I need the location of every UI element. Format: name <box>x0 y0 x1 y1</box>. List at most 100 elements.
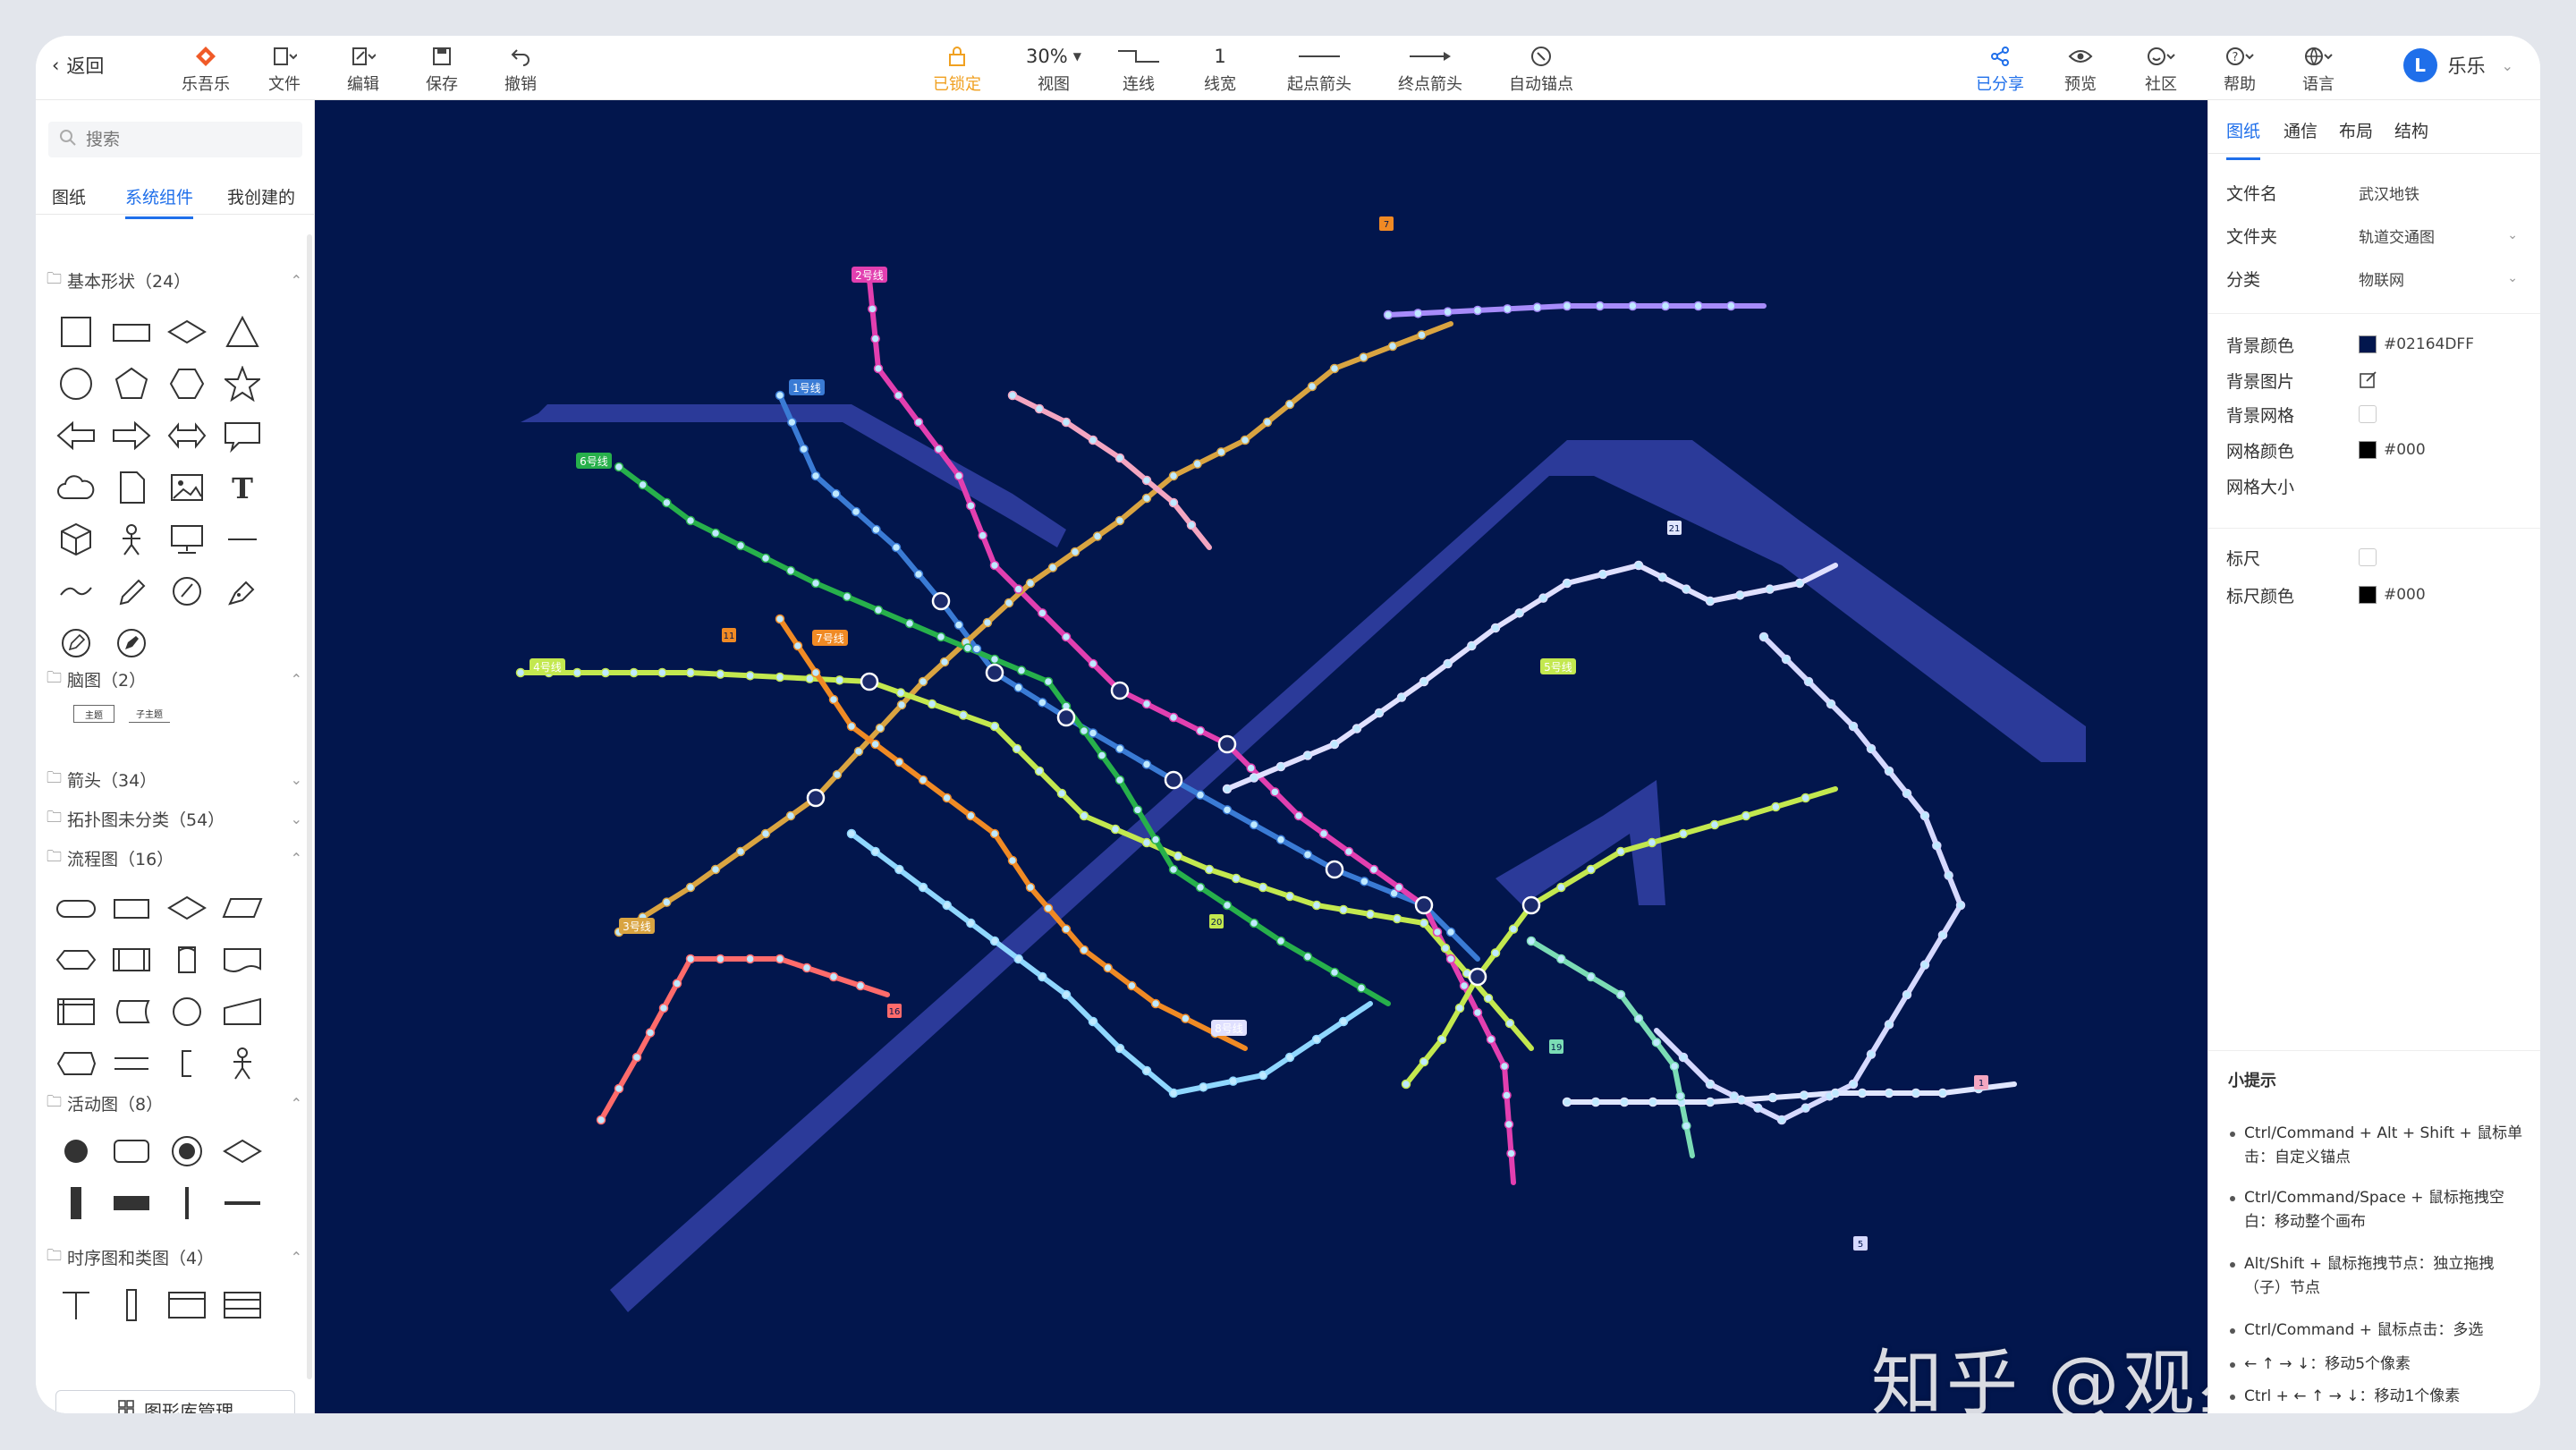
database-shape[interactable] <box>166 939 208 980</box>
station-dot[interactable] <box>832 769 843 780</box>
station-dot[interactable] <box>1195 882 1206 893</box>
station-dot[interactable] <box>1682 1121 1691 1131</box>
group-activity[interactable]: 🗀 活动图（8） ⌃ <box>47 1090 306 1116</box>
station-dot[interactable] <box>1141 759 1152 769</box>
station-dot[interactable] <box>918 775 928 785</box>
station-dot[interactable] <box>1705 596 1716 606</box>
fork-vertical-shape[interactable] <box>55 1183 97 1224</box>
station-dot[interactable] <box>785 810 796 821</box>
curve-shape[interactable] <box>55 571 97 612</box>
station-dot[interactable] <box>1937 1088 1948 1098</box>
station-dot[interactable] <box>1329 967 1340 978</box>
station-dot[interactable] <box>1937 930 1948 940</box>
station-dot[interactable] <box>1168 1088 1179 1098</box>
station-dot[interactable] <box>1195 790 1206 800</box>
station-dot[interactable] <box>1307 381 1318 392</box>
interchange-station[interactable] <box>1325 860 1344 879</box>
station-dot[interactable] <box>1753 1103 1763 1113</box>
station-dot[interactable] <box>1932 841 1942 851</box>
station-dot[interactable] <box>1070 547 1080 557</box>
station-dot[interactable] <box>1413 309 1423 318</box>
station-dot[interactable] <box>1857 1088 1868 1098</box>
station-dot[interactable] <box>600 667 611 678</box>
document-shape[interactable] <box>111 467 152 508</box>
station-dot[interactable] <box>1043 903 1054 913</box>
station-dot[interactable] <box>978 530 987 540</box>
station-dot[interactable] <box>1329 363 1340 374</box>
station-dot[interactable] <box>1222 900 1233 911</box>
station-dot[interactable] <box>896 700 907 710</box>
station-dot[interactable] <box>1141 699 1152 709</box>
station-dot[interactable] <box>989 828 1000 839</box>
tab-system-components[interactable]: 系统组件 <box>125 184 194 219</box>
lifeline-shape[interactable] <box>55 1285 97 1326</box>
station-dot[interactable] <box>962 643 973 653</box>
station-dot[interactable] <box>1472 305 1483 316</box>
station-dot[interactable] <box>1038 608 1047 618</box>
station-dot[interactable] <box>1132 805 1143 815</box>
station-dot[interactable] <box>1633 560 1644 571</box>
station-dot[interactable] <box>1141 475 1152 486</box>
station-dot[interactable] <box>1801 1103 1810 1113</box>
station-dot[interactable] <box>1338 1016 1349 1027</box>
station-dot[interactable] <box>596 1115 606 1125</box>
cube-shape[interactable] <box>55 519 97 560</box>
station-dot[interactable] <box>1181 1013 1191 1023</box>
station-dot[interactable] <box>1231 873 1241 884</box>
station-dot[interactable] <box>1502 1090 1512 1100</box>
station-dot[interactable] <box>1911 1088 1921 1098</box>
rectangle-shape[interactable] <box>55 311 97 352</box>
station-dot[interactable] <box>1556 954 1566 964</box>
station-dot[interactable] <box>942 900 952 911</box>
station-dot[interactable] <box>685 667 696 678</box>
station-dot[interactable] <box>894 757 904 767</box>
station-dot[interactable] <box>1038 698 1047 708</box>
group-mind-map[interactable]: 🗀 脑图（2） ⌃ <box>47 666 306 692</box>
station-dot[interactable] <box>958 710 969 720</box>
station-dot[interactable] <box>775 614 785 624</box>
station-dot[interactable] <box>1359 352 1368 362</box>
right-arrow-shape[interactable] <box>111 415 152 456</box>
share-button[interactable]: 已分享 <box>1968 41 2032 97</box>
subprocess-shape[interactable] <box>111 939 152 980</box>
station-dot[interactable] <box>1826 699 1836 709</box>
station-dot[interactable] <box>842 591 852 602</box>
station-dot[interactable] <box>1150 998 1161 1009</box>
terminator-shape[interactable] <box>55 887 97 929</box>
station-dot[interactable] <box>1848 1079 1859 1090</box>
station-dot[interactable] <box>1092 531 1103 541</box>
station-dot[interactable] <box>1419 918 1429 929</box>
station-dot[interactable] <box>787 417 797 428</box>
station-dot[interactable] <box>828 694 839 705</box>
station-dot[interactable] <box>1443 307 1453 317</box>
undo-button[interactable]: 撤销 <box>494 41 547 97</box>
station-dot[interactable] <box>1103 962 1113 973</box>
station-dot[interactable] <box>868 304 877 314</box>
file-menu[interactable]: 文件 <box>258 41 311 97</box>
line-name-tag[interactable]: 7号线 <box>812 630 848 646</box>
station-dot[interactable] <box>1004 598 1014 608</box>
station-dot[interactable] <box>1318 828 1329 839</box>
station-dot[interactable] <box>629 667 639 678</box>
group-flowchart[interactable]: 🗀 流程图（16） ⌃ <box>47 844 306 871</box>
station-dot[interactable] <box>1586 864 1596 875</box>
station-dot[interactable] <box>1338 904 1349 915</box>
pencil-icon[interactable] <box>111 571 152 612</box>
station-dot[interactable] <box>1401 1079 1411 1090</box>
station-dot[interactable] <box>1012 743 1022 754</box>
tab-my-created[interactable]: 我创建的 <box>227 184 295 208</box>
station-dot[interactable] <box>1088 728 1098 738</box>
interchange-station[interactable] <box>1056 708 1076 727</box>
final-node-shape[interactable] <box>166 1131 208 1172</box>
ruler-checkbox[interactable] <box>2359 548 2377 566</box>
user-menu[interactable]: L 乐乐 ⌄ <box>2402 48 2513 82</box>
app-menu[interactable]: 乐吾乐 <box>170 41 242 97</box>
station-dot[interactable] <box>1538 593 1548 603</box>
station-dot[interactable] <box>989 721 1000 732</box>
community-menu[interactable]: 社区 <box>2132 41 2190 97</box>
station-dot[interactable] <box>658 1003 669 1013</box>
station-dot[interactable] <box>871 524 881 535</box>
station-dot[interactable] <box>1061 989 1072 1000</box>
edit-menu[interactable]: 编辑 <box>336 41 390 97</box>
interchange-station[interactable] <box>985 663 1004 683</box>
